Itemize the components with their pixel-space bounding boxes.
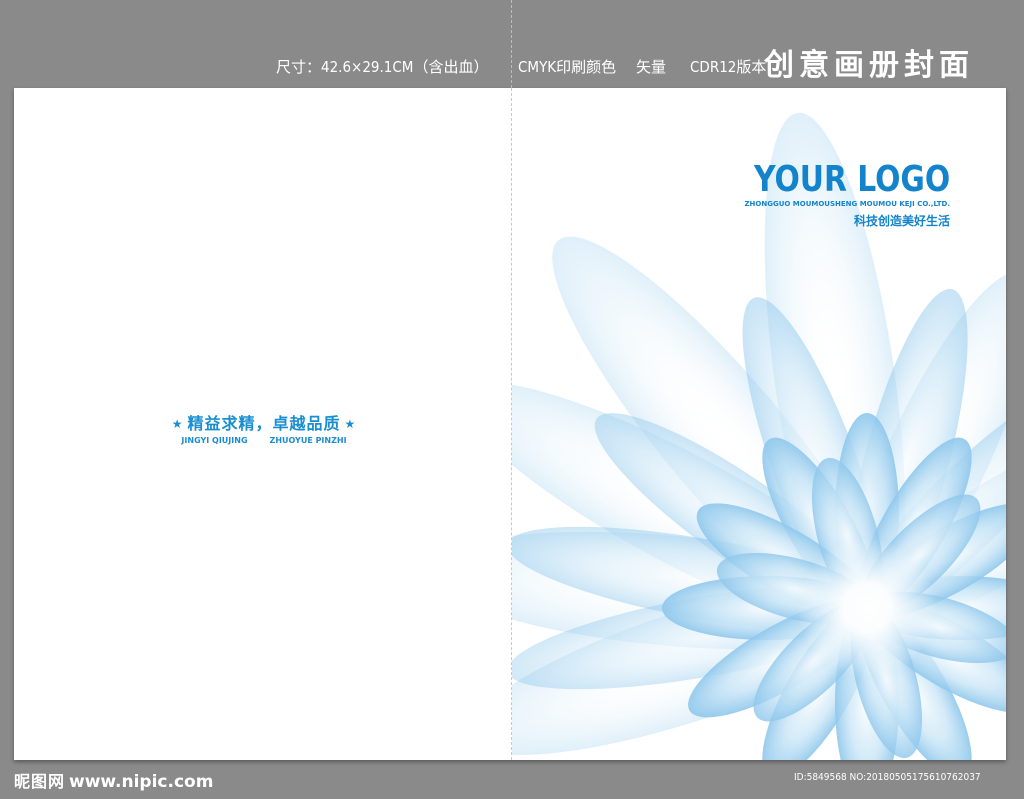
spec-color: CMYK印刷颜色	[518, 58, 617, 76]
slogan-cn-line: ★ 精益求精，卓越品质 ★	[164, 410, 364, 434]
spec-header: 尺寸：42.6×29.1CM（含出血） CMYK印刷颜色 矢量 CDR12版本 …	[0, 0, 1024, 88]
slogan-en-left: JINGYI QIUJING	[181, 436, 248, 445]
spec-size: 尺寸：42.6×29.1CM（含出血）	[276, 58, 489, 76]
company-name-en: ZHONGGUO MOUMOUSHENG MOUMOU KEJI CO.,LTD…	[744, 200, 950, 208]
watermark-site-cn: 昵图网	[14, 772, 66, 791]
slogan-cn-text: 精益求精，卓越品质	[187, 414, 341, 433]
fold-line-top	[511, 0, 512, 88]
star-icon: ★	[171, 417, 184, 431]
logo-block: YOUR LOGO ZHONGGUO MOUMOUSHENG MOUMOU KE…	[737, 160, 950, 229]
watermark-site-url: www.nipic.com	[69, 772, 214, 792]
watermark-site: 昵图网 www.nipic.com	[14, 768, 213, 792]
company-slogan-cn: 科技创造美好生活	[853, 214, 950, 228]
slogan-en-right: ZHUOYUE PINZHI	[269, 436, 347, 445]
logo-text: YOUR LOGO	[753, 159, 950, 200]
star-icon: ★	[344, 417, 357, 431]
watermark-id: ID:5849568 NO:20180505175610762037	[794, 768, 1012, 788]
brochure-sheet: ★ 精益求精，卓越品质 ★ JINGYI QIUJING ZHUOYUE PINZH…	[14, 88, 1006, 760]
slogan-en-line: JINGYI QIUJING ZHUOYUE PINZHI	[164, 436, 364, 445]
back-cover-slogan: ★ 精益求精，卓越品质 ★ JINGYI QIUJING ZHUOYUE PINZH…	[164, 410, 364, 445]
spec-vector: 矢量	[636, 58, 667, 76]
headline-title: 创意画册封面	[764, 48, 974, 83]
spec-version: CDR12版本	[690, 58, 767, 76]
